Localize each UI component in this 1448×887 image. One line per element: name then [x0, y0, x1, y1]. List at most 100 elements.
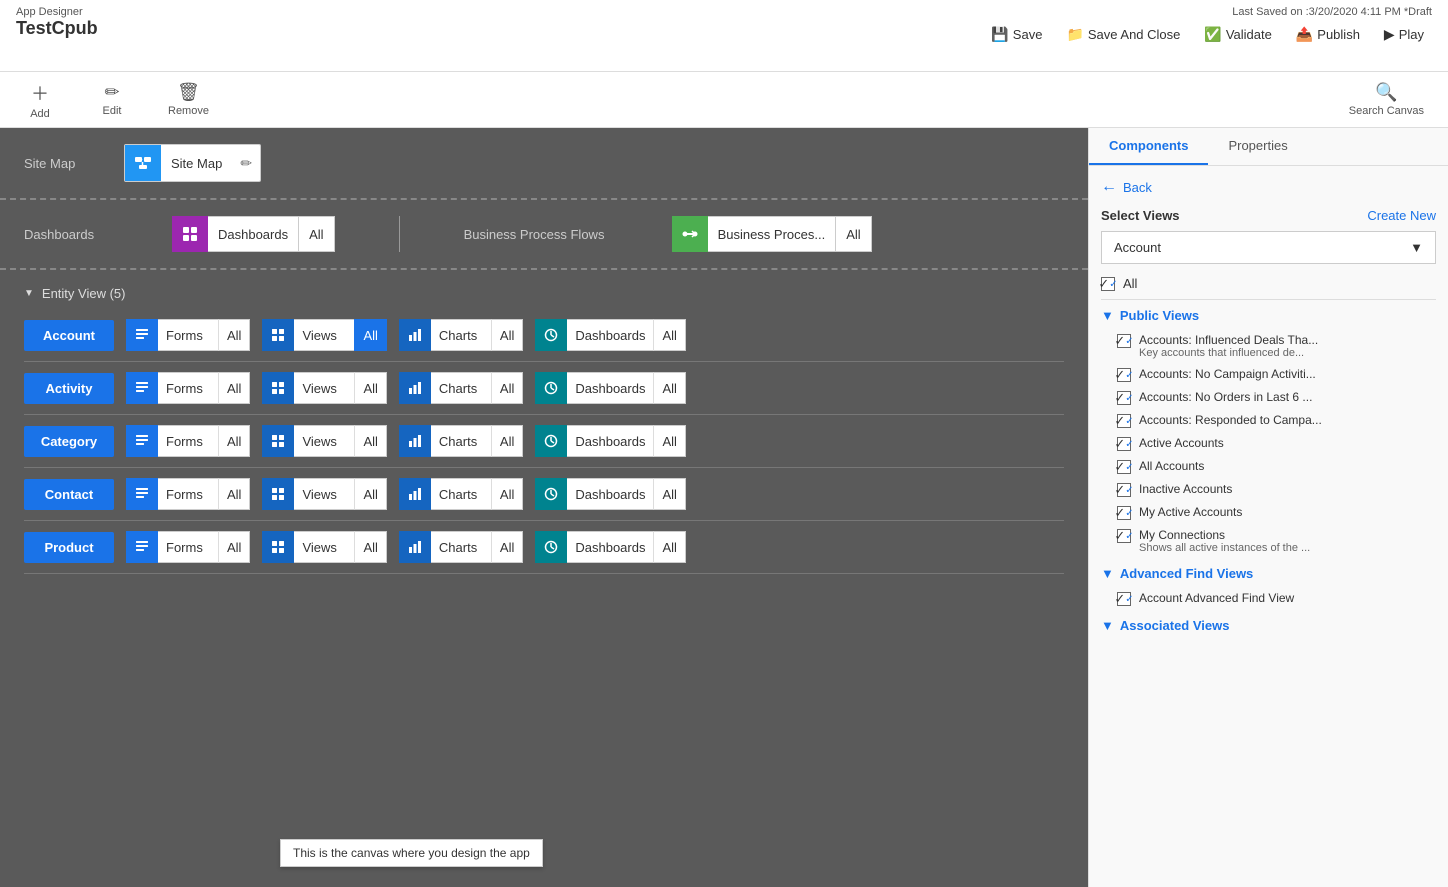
account-dropdown[interactable]: Account ▼ [1101, 231, 1436, 264]
sitemap-box[interactable]: Site Map ✏ [124, 144, 261, 182]
view-checkbox[interactable]: ✓ [1117, 529, 1131, 543]
dashboards-icon [535, 319, 567, 351]
list-item[interactable]: ✓ Inactive Accounts [1101, 478, 1436, 501]
list-item[interactable]: ✓ Accounts: Responded to Campa... [1101, 409, 1436, 432]
dashboards-all-button[interactable]: All [653, 372, 685, 404]
views-label: Views [294, 531, 354, 563]
view-checkbox[interactable]: ✓ [1117, 592, 1131, 606]
entity-button-activity[interactable]: Activity [24, 373, 114, 404]
create-new-link[interactable]: Create New [1367, 208, 1436, 223]
charts-all-button[interactable]: All [491, 372, 523, 404]
public-views-section: ▼ Public Views ✓ Accounts: Influenced Dea… [1101, 308, 1436, 558]
sitemap-edit-icon[interactable]: ✏ [232, 155, 260, 172]
entity-button-category[interactable]: Category [24, 426, 114, 457]
views-all-button[interactable]: All [354, 478, 386, 510]
charts-all-button[interactable]: All [491, 478, 523, 510]
save-button[interactable]: 💾 Save [983, 22, 1050, 47]
validate-icon: ✅ [1204, 26, 1221, 43]
views-all-button[interactable]: All [354, 372, 386, 404]
edit-button[interactable]: ✏ Edit [88, 78, 136, 121]
tab-components[interactable]: Components [1089, 128, 1208, 165]
forms-all-button[interactable]: All [218, 478, 250, 510]
charts-label: Charts [431, 425, 491, 457]
view-checkbox[interactable]: ✓ [1117, 460, 1131, 474]
list-item[interactable]: ✓My Active Accounts [1101, 501, 1436, 524]
search-canvas-button[interactable]: 🔍 Search Canvas [1341, 78, 1432, 121]
view-item-text: All Accounts [1139, 459, 1204, 473]
view-checkbox[interactable]: ✓ [1117, 506, 1131, 520]
all-checkbox-row[interactable]: ✓ All [1101, 276, 1436, 300]
views-all-button[interactable]: All [354, 425, 386, 457]
remove-button[interactable]: 🗑 Remove [160, 78, 217, 121]
public-views-header[interactable]: ▼ Public Views [1101, 308, 1436, 323]
entity-button-contact[interactable]: Contact [24, 479, 114, 510]
search-label: Search Canvas [1349, 105, 1424, 117]
entity-button-account[interactable]: Account [24, 320, 114, 351]
save-close-label: Save And Close [1088, 27, 1181, 42]
dashboards-name: Dashboards [208, 216, 298, 252]
charts-all-button[interactable]: All [491, 531, 523, 563]
add-button[interactable]: ＋ Add [16, 76, 64, 124]
view-item-title: Accounts: Responded to Campa... [1139, 413, 1322, 427]
charts-icon [399, 319, 431, 351]
entity-button-product[interactable]: Product [24, 532, 114, 563]
dashboards-all-button[interactable]: All [653, 319, 685, 351]
view-checkbox[interactable]: ✓ [1117, 483, 1131, 497]
advanced-find-header[interactable]: ▼ Advanced Find Views [1101, 566, 1436, 581]
forms-all-button[interactable]: All [218, 425, 250, 457]
dashboards-all-button[interactable]: All [653, 531, 685, 563]
sitemap-label: Site Map [24, 156, 124, 171]
bpf-icon [672, 216, 708, 252]
entity-product-dashboards: DashboardsAll [535, 531, 686, 563]
view-checkbox[interactable]: ✓ [1117, 414, 1131, 428]
list-item[interactable]: ✓Accounts: Influenced Deals Tha...Key ac… [1101, 329, 1436, 363]
list-item[interactable]: ✓Accounts: No Orders in Last 6 ... [1101, 386, 1436, 409]
save-close-icon: 📁 [1066, 26, 1083, 43]
view-checkbox[interactable]: ✓ [1117, 334, 1131, 348]
entity-section-header[interactable]: ▼ Entity View (5) [24, 278, 1064, 309]
list-item[interactable]: ✓ Active Accounts [1101, 432, 1436, 455]
public-views-label: Public Views [1120, 308, 1199, 323]
bpf-all[interactable]: All [835, 216, 871, 252]
publish-button[interactable]: 📤 Publish [1288, 22, 1368, 47]
list-item[interactable]: ✓ All Accounts [1101, 455, 1436, 478]
associated-views-header[interactable]: ▼ Associated Views [1101, 618, 1436, 633]
save-close-button[interactable]: 📁 Save And Close [1058, 22, 1188, 47]
dashboards-all[interactable]: All [298, 216, 334, 252]
header: App Designer TestCpub Last Saved on :3/2… [0, 0, 1448, 72]
sitemap-row: Site Map Site Map ✏ [0, 128, 1088, 200]
view-item-title: My Connections [1139, 528, 1310, 542]
entity-product-forms: FormsAll [126, 531, 250, 563]
dashboards-all-button[interactable]: All [653, 478, 685, 510]
entity-account-charts: ChartsAll [399, 319, 523, 351]
all-checkbox[interactable]: ✓ [1101, 277, 1115, 291]
forms-label: Forms [158, 478, 218, 510]
list-item[interactable]: ✓Accounts: No Campaign Activiti... [1101, 363, 1436, 386]
save-icon: 💾 [991, 26, 1008, 43]
app-designer-label: App Designer [16, 6, 98, 18]
views-all-button[interactable]: All [354, 319, 386, 351]
charts-all-button[interactable]: All [491, 319, 523, 351]
views-all-button[interactable]: All [354, 531, 386, 563]
forms-all-button[interactable]: All [218, 319, 250, 351]
list-item[interactable]: ✓Account Advanced Find View [1101, 587, 1436, 610]
dashboards-all-button[interactable]: All [653, 425, 685, 457]
entity-rows: AccountFormsAllViewsAllChartsAllDashboar… [24, 309, 1064, 574]
tab-properties[interactable]: Properties [1208, 128, 1307, 165]
view-checkbox[interactable]: ✓ [1117, 391, 1131, 405]
view-checkbox[interactable]: ✓ [1117, 368, 1131, 382]
view-item-text: Inactive Accounts [1139, 482, 1232, 496]
back-button[interactable]: ← Back [1101, 178, 1436, 196]
charts-all-button[interactable]: All [491, 425, 523, 457]
views-icon [262, 372, 294, 404]
entity-account-dashboards: DashboardsAll [535, 319, 686, 351]
play-label: Play [1399, 27, 1424, 42]
validate-button[interactable]: ✅ Validate [1196, 22, 1279, 47]
view-item-title: Accounts: Influenced Deals Tha... [1139, 333, 1318, 347]
list-item[interactable]: ✓My ConnectionsShows all active instance… [1101, 524, 1436, 558]
play-button[interactable]: ▶ Play [1376, 22, 1432, 47]
forms-all-button[interactable]: All [218, 531, 250, 563]
view-checkbox[interactable]: ✓ [1117, 437, 1131, 451]
forms-all-button[interactable]: All [218, 372, 250, 404]
view-item-title: Active Accounts [1139, 436, 1224, 450]
